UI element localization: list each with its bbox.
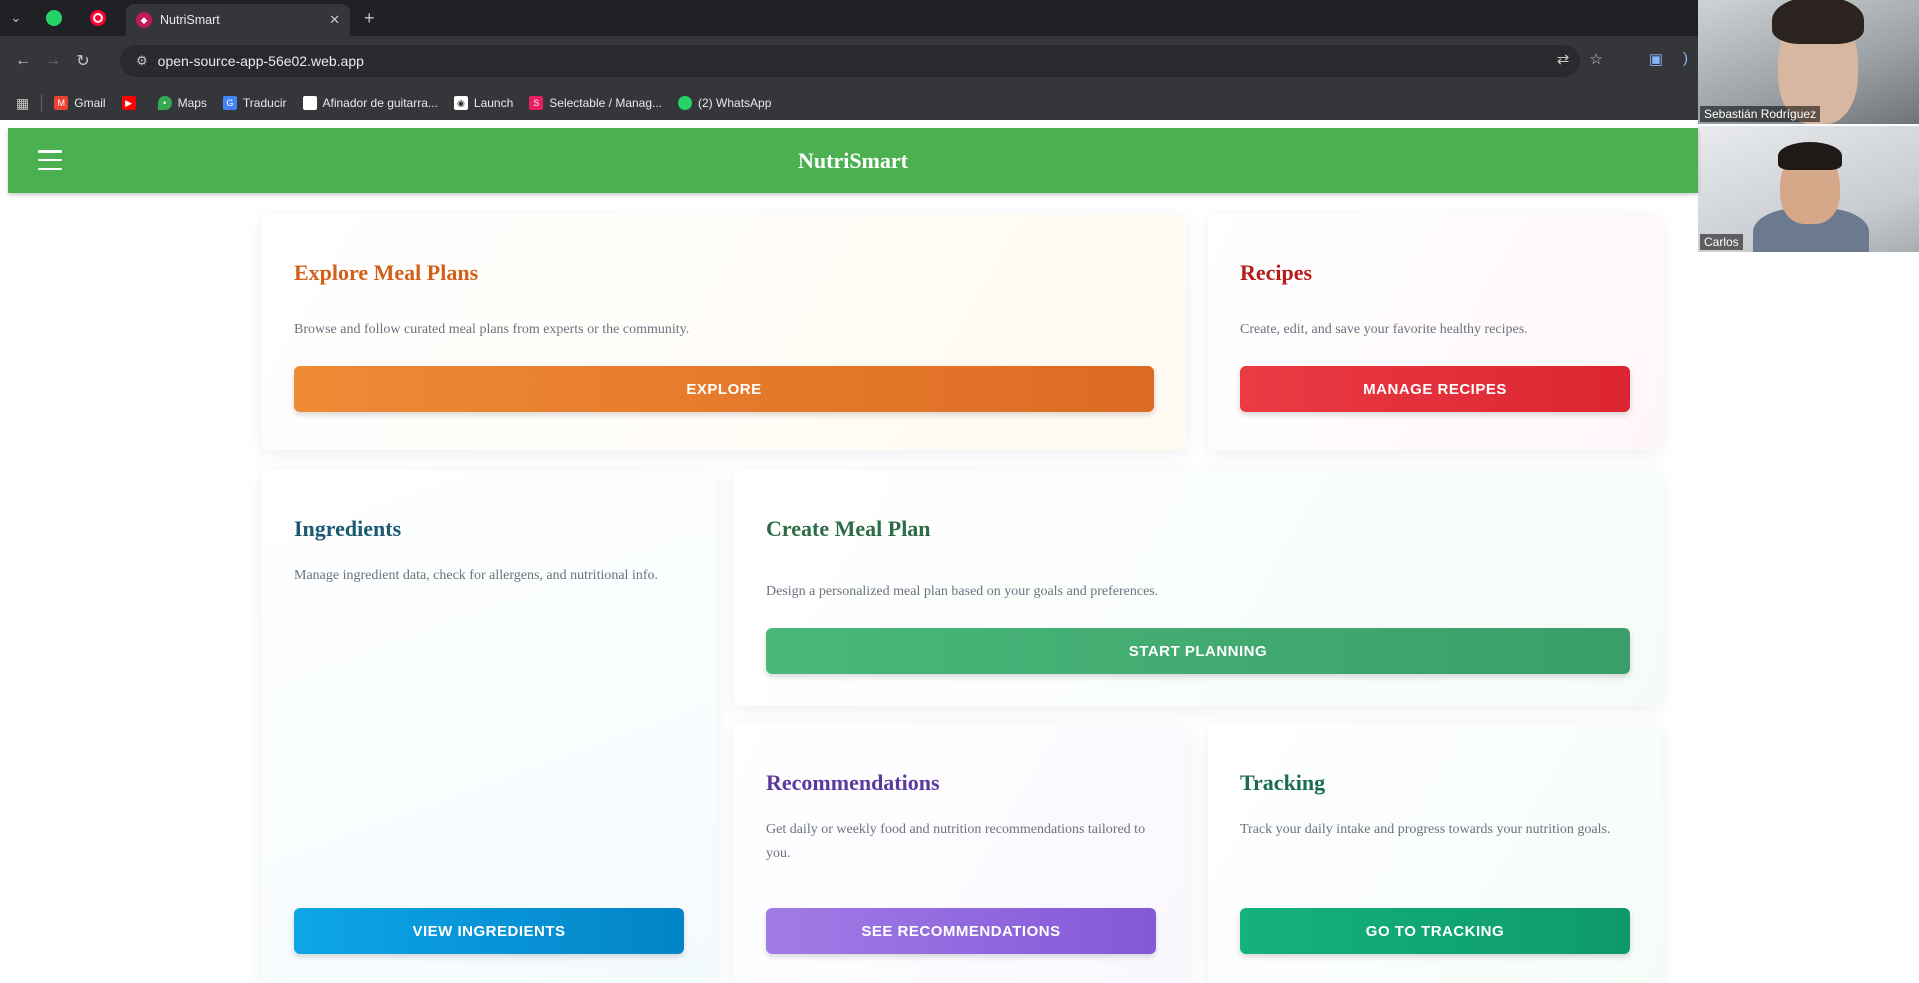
card-title: Tracking	[1240, 770, 1326, 795]
video-tile-participant-1: Sebastián Rodríguez	[1698, 0, 1919, 124]
participant-name: Sebastián Rodríguez	[1700, 106, 1821, 122]
card-description: Track your daily intake and progress tow…	[1240, 822, 1611, 837]
gmail-icon: M	[54, 96, 69, 110]
card-create-meal-plan: Create Meal Plan Design a personalized m…	[734, 470, 1662, 706]
manage-recipes-button[interactable]: MANAGE RECIPES	[1240, 366, 1630, 412]
browser-toolbar: ← → ↻ ⚙ open-source-app-56e02.web.app ⇄ …	[0, 36, 1698, 86]
tab-title: NutriSmart	[160, 13, 220, 27]
app-header: NutriSmart	[8, 128, 1698, 193]
translate-icon[interactable]: ⇄	[1557, 50, 1570, 68]
app-favicon-icon: ◆	[136, 12, 152, 28]
maps-pin-icon: •	[157, 96, 172, 110]
close-tab-icon[interactable]: ✕	[329, 12, 340, 28]
see-recommendations-button[interactable]: SEE RECOMMENDATIONS	[766, 908, 1156, 954]
bookmark-star-icon[interactable]: ☆	[1589, 50, 1602, 68]
video-tile-participant-2: Carlos	[1698, 126, 1919, 252]
extension-translate-icon[interactable]: ▣	[1649, 50, 1663, 68]
card-description: Design a personalized meal plan based on…	[766, 584, 1159, 599]
bookmark-youtube[interactable]: ▶	[121, 96, 142, 110]
card-recommendations: Recommendations Get daily or weekly food…	[734, 724, 1188, 983]
youtube-icon: ▶	[121, 96, 136, 110]
google-translate-icon: G	[222, 96, 237, 110]
card-title: Recommendations	[766, 770, 940, 795]
card-tracking: Tracking Track your daily intake and pro…	[1208, 724, 1662, 983]
back-icon[interactable]: ←	[8, 52, 38, 70]
reload-icon[interactable]: ↻	[68, 51, 98, 71]
card-description: Manage ingredient data, check for allerg…	[294, 568, 658, 583]
bookmark-maps[interactable]: • Maps	[157, 96, 207, 110]
bookmark-traducir[interactable]: G Traducir	[222, 96, 287, 110]
explore-button[interactable]: EXPLORE	[294, 366, 1154, 412]
whatsapp-icon	[46, 10, 62, 26]
card-description: Browse and follow curated meal plans fro…	[294, 322, 690, 337]
start-planning-button[interactable]: START PLANNING	[766, 628, 1630, 674]
bookmark-selectable[interactable]: S Selectable / Manag...	[529, 96, 662, 110]
card-title: Ingredients	[294, 516, 402, 541]
card-ingredients: Ingredients Manage ingredient data, chec…	[262, 470, 716, 983]
card-explore-meal-plans: Explore Meal Plans Browse and follow cur…	[262, 214, 1186, 450]
extension-audio-icon[interactable]: )	[1683, 50, 1688, 68]
launch-icon: ◉	[453, 96, 468, 110]
card-title: Recipes	[1240, 260, 1313, 285]
card-description: Create, edit, and save your favorite hea…	[1240, 322, 1528, 337]
bookmarks-divider	[41, 94, 43, 112]
new-tab-icon[interactable]: +	[364, 8, 375, 29]
site-info-icon[interactable]: ⚙	[136, 53, 148, 69]
card-description: Get daily or weekly food and nutrition r…	[766, 822, 1146, 861]
whatsapp-icon	[678, 96, 693, 110]
pinned-tab-youtube-music[interactable]	[76, 0, 120, 36]
go-to-tracking-button[interactable]: GO TO TRACKING	[1240, 908, 1630, 954]
bookmark-launch[interactable]: ◉ Launch	[453, 96, 513, 110]
bookmark-afinador[interactable]: Afinador de guitarra...	[302, 96, 438, 110]
app-title: NutriSmart	[798, 148, 908, 173]
participant-name: Carlos	[1700, 234, 1743, 250]
bookmarks-bar: ▦ M Gmail ▶ • Maps G Traducir Afinador de g…	[0, 86, 1698, 120]
participant-hair	[1772, 0, 1864, 44]
tab-search-icon[interactable]: ⌄	[0, 4, 32, 32]
url-text: open-source-app-56e02.web.app	[157, 53, 364, 69]
participant-hair	[1778, 142, 1842, 170]
app-viewport: NutriSmart Explore Meal Plans Browse and…	[0, 120, 1698, 983]
card-recipes: Recipes Create, edit, and save your favo…	[1208, 214, 1662, 450]
forward-icon[interactable]: →	[38, 52, 68, 70]
address-bar[interactable]: ⚙ open-source-app-56e02.web.app	[120, 45, 1580, 77]
tab-nutrismart[interactable]: ◆ NutriSmart ✕	[126, 4, 350, 36]
page-icon	[302, 96, 317, 110]
pinned-tab-whatsapp[interactable]	[32, 0, 76, 36]
apps-grid-icon[interactable]: ▦	[16, 95, 29, 112]
bookmark-whatsapp[interactable]: (2) WhatsApp	[678, 96, 771, 110]
youtube-music-icon	[90, 10, 106, 26]
card-title: Create Meal Plan	[766, 516, 931, 541]
browser-tab-strip: ⌄ ◆ NutriSmart ✕ +	[0, 0, 1698, 36]
selectable-icon: S	[529, 96, 544, 110]
view-ingredients-button[interactable]: VIEW INGREDIENTS	[294, 908, 684, 954]
card-title: Explore Meal Plans	[294, 260, 479, 285]
bookmark-gmail[interactable]: M Gmail	[54, 96, 106, 110]
